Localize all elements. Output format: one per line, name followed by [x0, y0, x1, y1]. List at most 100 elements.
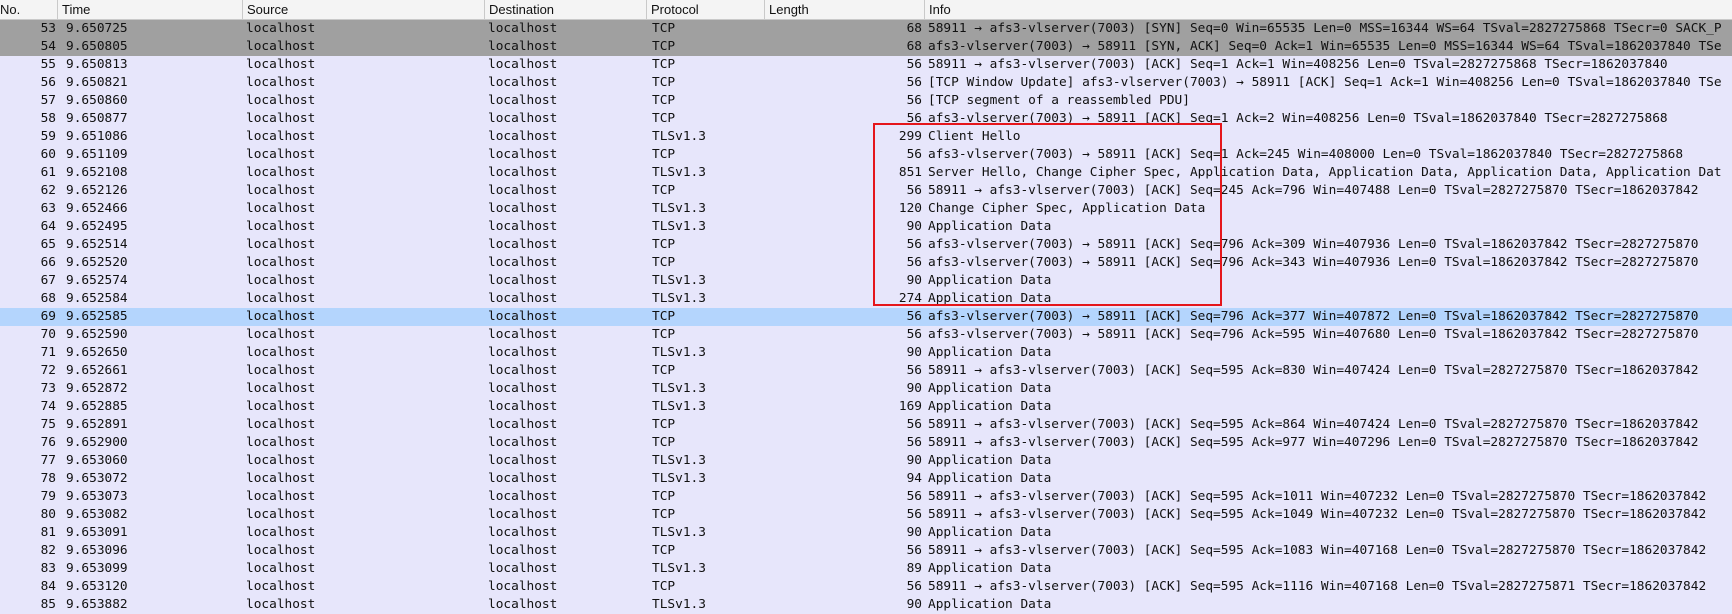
packet-time: 9.653099: [66, 561, 128, 576]
packet-length: 169: [898, 399, 922, 414]
packet-row[interactable]: 83 9.653099 localhost localhost TLSv1.3 89 App…: [0, 560, 1732, 578]
packet-protocol: TLSv1.3: [652, 597, 706, 612]
packet-source: localhost: [246, 291, 316, 306]
packet-row[interactable]: 77 9.653060 localhost localhost TLSv1.3 90 App…: [0, 452, 1732, 470]
packet-destination: localhost: [488, 561, 558, 576]
packet-no: 65: [40, 237, 56, 252]
packet-row[interactable]: 66 9.652520 localhost localhost TCP 56 afs3-vl…: [0, 254, 1732, 272]
column-header-destination[interactable]: Destination: [485, 0, 647, 20]
packet-length: 56: [906, 111, 922, 126]
packet-info: afs3-vlserver(7003) → 58911 [ACK] Seq=79…: [928, 255, 1699, 270]
packet-destination: localhost: [488, 237, 558, 252]
packet-row[interactable]: 68 9.652584 localhost localhost TLSv1.3 274 Ap…: [0, 290, 1732, 308]
packet-row[interactable]: 81 9.653091 localhost localhost TLSv1.3 90 App…: [0, 524, 1732, 542]
packet-protocol: TCP: [652, 21, 676, 36]
packet-row[interactable]: 55 9.650813 localhost localhost TCP 56 58911 →…: [0, 56, 1732, 74]
packet-row[interactable]: 54 9.650805 localhost localhost TCP 68 afs3-vl…: [0, 38, 1732, 56]
packet-length: 90: [906, 525, 922, 540]
column-header-protocol[interactable]: Protocol: [647, 0, 765, 20]
packet-row[interactable]: 70 9.652590 localhost localhost TCP 56 afs3-vl…: [0, 326, 1732, 344]
packet-length: 90: [906, 597, 922, 612]
packet-length: 90: [906, 345, 922, 360]
packet-row[interactable]: 78 9.653072 localhost localhost TLSv1.3 94 App…: [0, 470, 1732, 488]
packet-destination: localhost: [488, 183, 558, 198]
packet-source: localhost: [246, 57, 316, 72]
packet-info: 58911 → afs3-vlserver(7003) [ACK] Seq=59…: [928, 489, 1707, 504]
packet-source: localhost: [246, 471, 316, 486]
packet-protocol: TLSv1.3: [652, 381, 706, 396]
packet-row[interactable]: 75 9.652891 localhost localhost TCP 56 58911 →…: [0, 416, 1732, 434]
packet-time: 9.653120: [66, 579, 128, 594]
packet-row[interactable]: 61 9.652108 localhost localhost TLSv1.3 851 Se…: [0, 164, 1732, 182]
packet-destination: localhost: [488, 57, 558, 72]
packet-protocol: TCP: [652, 417, 676, 432]
packet-source: localhost: [246, 507, 316, 522]
column-header-source[interactable]: Source: [243, 0, 485, 20]
packet-row[interactable]: 65 9.652514 localhost localhost TCP 56 afs3-vl…: [0, 236, 1732, 254]
packet-row[interactable]: 76 9.652900 localhost localhost TCP 56 58911 →…: [0, 434, 1732, 452]
column-header-no[interactable]: No.: [0, 0, 58, 20]
packet-protocol: TLSv1.3: [652, 165, 706, 180]
packet-row[interactable]: 73 9.652872 localhost localhost TLSv1.3 90 App…: [0, 380, 1732, 398]
packet-row[interactable]: 56 9.650821 localhost localhost TCP 56 [TCP Wi…: [0, 74, 1732, 92]
packet-source: localhost: [246, 435, 316, 450]
packet-no: 84: [40, 579, 56, 594]
packet-row[interactable]: 85 9.653882 localhost localhost TLSv1.3 90 App…: [0, 596, 1732, 614]
packet-protocol: TCP: [652, 183, 676, 198]
packet-destination: localhost: [488, 165, 558, 180]
packet-no: 80: [40, 507, 56, 522]
packet-row[interactable]: 80 9.653082 localhost localhost TCP 56 58911 →…: [0, 506, 1732, 524]
column-header-time[interactable]: Time: [58, 0, 243, 20]
packet-protocol: TCP: [652, 363, 676, 378]
packet-length: 56: [906, 543, 922, 558]
packet-row[interactable]: 57 9.650860 localhost localhost TCP 56 [TCP se…: [0, 92, 1732, 110]
packet-length: 56: [906, 327, 922, 342]
packet-destination: localhost: [488, 309, 558, 324]
packet-row[interactable]: 62 9.652126 localhost localhost TCP 56 58911 →…: [0, 182, 1732, 200]
packet-time: 9.652885: [66, 399, 128, 414]
packet-row[interactable]: 71 9.652650 localhost localhost TLSv1.3 90 App…: [0, 344, 1732, 362]
packet-row[interactable]: 69 9.652585 localhost localhost TCP 56 afs3-vl…: [0, 308, 1732, 326]
packet-length: 90: [906, 453, 922, 468]
packet-time: 9.652585: [66, 309, 128, 324]
packet-row[interactable]: 82 9.653096 localhost localhost TCP 56 58911 →…: [0, 542, 1732, 560]
packet-no: 72: [40, 363, 56, 378]
packet-time: 9.652520: [66, 255, 128, 270]
packet-time: 9.653882: [66, 597, 128, 612]
packet-length: 274: [898, 291, 922, 306]
packet-row[interactable]: 79 9.653073 localhost localhost TCP 56 58911 →…: [0, 488, 1732, 506]
packet-source: localhost: [246, 453, 316, 468]
packet-info: 58911 → afs3-vlserver(7003) [ACK] Seq=59…: [928, 435, 1699, 450]
packet-info: afs3-vlserver(7003) → 58911 [ACK] Seq=1 …: [928, 111, 1668, 126]
packet-destination: localhost: [488, 273, 558, 288]
packet-time: 9.650821: [66, 75, 128, 90]
packet-source: localhost: [246, 525, 316, 540]
column-header-length[interactable]: Length: [765, 0, 925, 20]
packet-destination: localhost: [488, 39, 558, 54]
packet-destination: localhost: [488, 507, 558, 522]
packet-row[interactable]: 64 9.652495 localhost localhost TLSv1.3 90 App…: [0, 218, 1732, 236]
packet-time: 9.653096: [66, 543, 128, 558]
packet-row[interactable]: 59 9.651086 localhost localhost TLSv1.3 299 Cl…: [0, 128, 1732, 146]
packet-protocol: TCP: [652, 579, 676, 594]
packet-length: 56: [906, 435, 922, 450]
packet-info: [TCP segment of a reassembled PDU]: [928, 93, 1190, 108]
packet-info: afs3-vlserver(7003) → 58911 [SYN, ACK] S…: [928, 39, 1722, 54]
packet-time: 9.652514: [66, 237, 128, 252]
packet-length: 56: [906, 309, 922, 324]
packet-time: 9.653073: [66, 489, 128, 504]
packet-destination: localhost: [488, 399, 558, 414]
packet-row[interactable]: 58 9.650877 localhost localhost TCP 56 afs3-vl…: [0, 110, 1732, 128]
packet-row[interactable]: 74 9.652885 localhost localhost TLSv1.3 169 Ap…: [0, 398, 1732, 416]
column-header-info[interactable]: Info: [925, 0, 1732, 20]
packet-row[interactable]: 63 9.652466 localhost localhost TLSv1.3 120 Ch…: [0, 200, 1732, 218]
packet-row[interactable]: 67 9.652574 localhost localhost TLSv1.3 90 App…: [0, 272, 1732, 290]
packet-row[interactable]: 60 9.651109 localhost localhost TCP 56 afs3-vl…: [0, 146, 1732, 164]
packet-source: localhost: [246, 273, 316, 288]
packet-row[interactable]: 84 9.653120 localhost localhost TCP 56 58911 →…: [0, 578, 1732, 596]
packet-row[interactable]: 72 9.652661 localhost localhost TCP 56 58911 →…: [0, 362, 1732, 380]
packet-time: 9.650877: [66, 111, 128, 126]
packet-destination: localhost: [488, 21, 558, 36]
packet-row[interactable]: 53 9.650725 localhost localhost TCP 68 58911 →…: [0, 20, 1732, 38]
packet-info: Application Data: [928, 561, 1052, 576]
